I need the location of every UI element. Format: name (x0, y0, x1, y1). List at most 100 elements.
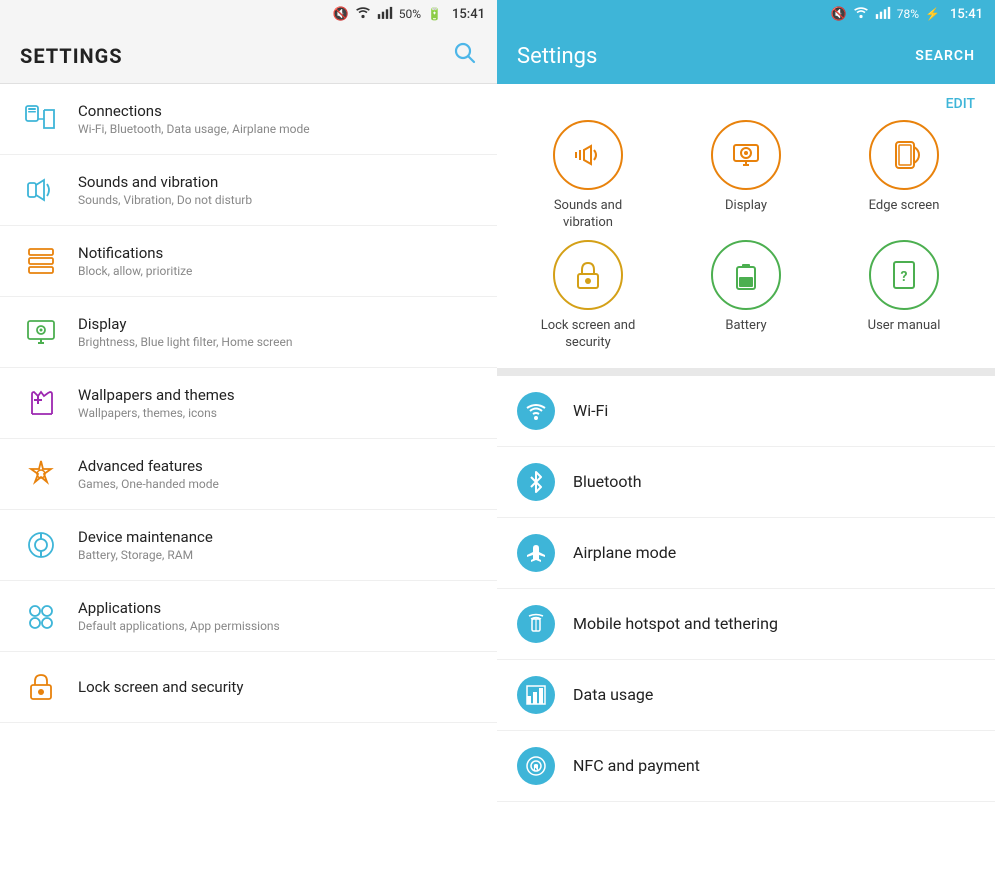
notifications-icon (20, 240, 62, 282)
data-usage-label: Data usage (573, 685, 653, 704)
left-panel: 🔇 50% 🔋 15:41 SETTINGS (0, 0, 497, 883)
favorite-lock-label: Lock screen andsecurity (541, 318, 636, 352)
favorites-edit-row: EDIT (497, 92, 995, 120)
right-panel: 🔇 78% ⚡ 15:41 Settings SEARCH EDIT (497, 0, 995, 883)
hotspot-label: Mobile hotspot and tethering (573, 614, 778, 633)
wallpapers-subtitle: Wallpapers, themes, icons (78, 406, 235, 420)
left-header: SETTINGS (0, 28, 497, 84)
sounds-subtitle: Sounds, Vibration, Do not disturb (78, 193, 252, 207)
sounds-title: Sounds and vibration (78, 173, 252, 191)
right-battery-icon: ⚡ (925, 7, 940, 21)
right-settings-list: Wi-Fi Bluetooth Airplane mode (497, 376, 995, 883)
notifications-text: Notifications Block, allow, prioritize (78, 244, 192, 278)
settings-item-wallpapers[interactable]: Wallpapers and themes Wallpapers, themes… (0, 368, 497, 439)
divider (497, 368, 995, 376)
left-status-bar: 🔇 50% 🔋 15:41 (0, 0, 497, 28)
favorite-user-manual[interactable]: ? User manual (829, 240, 979, 352)
favorite-battery-label: Battery (725, 318, 766, 335)
right-item-data[interactable]: Data usage (497, 660, 995, 731)
nfc-icon: N (517, 747, 555, 785)
left-search-icon[interactable] (453, 41, 477, 71)
applications-subtitle: Default applications, App permissions (78, 619, 280, 633)
airplane-icon (517, 534, 555, 572)
device-subtitle: Battery, Storage, RAM (78, 548, 213, 562)
device-icon (20, 524, 62, 566)
advanced-icon (20, 453, 62, 495)
settings-item-device[interactable]: Device maintenance Battery, Storage, RAM (0, 510, 497, 581)
wallpapers-icon (20, 382, 62, 424)
applications-title: Applications (78, 599, 280, 617)
right-item-wifi[interactable]: Wi-Fi (497, 376, 995, 447)
settings-item-advanced[interactable]: Advanced features Games, One-handed mode (0, 439, 497, 510)
favorite-lock-icon-circle (553, 240, 623, 310)
settings-item-lockscreen[interactable]: Lock screen and security (0, 652, 497, 723)
edit-button[interactable]: EDIT (946, 96, 975, 112)
right-item-hotspot[interactable]: Mobile hotspot and tethering (497, 589, 995, 660)
favorite-display-icon-circle (711, 120, 781, 190)
display-text: Display Brightness, Blue light filter, H… (78, 315, 292, 349)
right-battery-text: 78% (897, 7, 919, 21)
wallpapers-title: Wallpapers and themes (78, 386, 235, 404)
favorite-edge-screen[interactable]: Edge screen (829, 120, 979, 232)
favorite-battery-icon-circle (711, 240, 781, 310)
connections-text: Connections Wi-Fi, Bluetooth, Data usage… (78, 102, 310, 136)
device-text: Device maintenance Battery, Storage, RAM (78, 528, 213, 562)
right-item-airplane[interactable]: Airplane mode (497, 518, 995, 589)
notifications-title: Notifications (78, 244, 192, 262)
wifi-icon (517, 392, 555, 430)
svg-text:N: N (534, 764, 539, 772)
favorite-manual-label: User manual (868, 318, 941, 335)
right-time: 15:41 (950, 7, 983, 22)
favorite-display[interactable]: Display (671, 120, 821, 232)
applications-icon (20, 595, 62, 637)
left-title: SETTINGS (20, 44, 123, 68)
settings-item-notifications[interactable]: Notifications Block, allow, prioritize (0, 226, 497, 297)
bluetooth-label: Bluetooth (573, 472, 642, 491)
settings-item-sounds[interactable]: Sounds and vibration Sounds, Vibration, … (0, 155, 497, 226)
settings-item-connections[interactable]: Connections Wi-Fi, Bluetooth, Data usage… (0, 84, 497, 155)
left-battery-icon: 🔋 (427, 7, 442, 21)
favorites-section: EDIT Sounds andvibration (497, 84, 995, 368)
notifications-subtitle: Block, allow, prioritize (78, 264, 192, 278)
nfc-label: NFC and payment (573, 756, 700, 775)
left-signal-icon (377, 6, 393, 22)
settings-list: Connections Wi-Fi, Bluetooth, Data usage… (0, 84, 497, 883)
left-mute-icon: 🔇 (333, 7, 349, 22)
settings-item-display[interactable]: Display Brightness, Blue light filter, H… (0, 297, 497, 368)
favorites-grid: Sounds andvibration Display (497, 120, 995, 352)
favorite-battery[interactable]: Battery (671, 240, 821, 352)
airplane-label: Airplane mode (573, 543, 676, 562)
favorite-sounds[interactable]: Sounds andvibration (513, 120, 663, 232)
wifi-label: Wi-Fi (573, 401, 608, 420)
lockscreen-icon (20, 666, 62, 708)
right-search-button[interactable]: SEARCH (915, 48, 975, 64)
left-time: 15:41 (452, 7, 485, 22)
advanced-title: Advanced features (78, 457, 219, 475)
connections-icon (20, 98, 62, 140)
right-wifi-icon (853, 6, 869, 22)
right-item-bluetooth[interactable]: Bluetooth (497, 447, 995, 518)
right-item-nfc[interactable]: N NFC and payment (497, 731, 995, 802)
display-icon (20, 311, 62, 353)
lockscreen-title: Lock screen and security (78, 678, 243, 696)
connections-subtitle: Wi-Fi, Bluetooth, Data usage, Airplane m… (78, 122, 310, 136)
settings-item-applications[interactable]: Applications Default applications, App p… (0, 581, 497, 652)
right-header: Settings SEARCH (497, 28, 995, 84)
advanced-text: Advanced features Games, One-handed mode (78, 457, 219, 491)
bluetooth-icon (517, 463, 555, 501)
right-signal-icon (875, 6, 891, 22)
favorite-sounds-icon-circle (553, 120, 623, 190)
data-usage-icon (517, 676, 555, 714)
wallpapers-text: Wallpapers and themes Wallpapers, themes… (78, 386, 235, 420)
display-title: Display (78, 315, 292, 333)
connections-title: Connections (78, 102, 310, 120)
applications-text: Applications Default applications, App p… (78, 599, 280, 633)
svg-text:?: ? (901, 269, 908, 285)
left-battery-text: 50% (399, 7, 421, 21)
favorite-sounds-label: Sounds andvibration (554, 198, 622, 232)
right-title: Settings (517, 44, 597, 69)
favorite-lock-screen[interactable]: Lock screen andsecurity (513, 240, 663, 352)
right-mute-icon: 🔇 (831, 7, 847, 22)
sounds-text: Sounds and vibration Sounds, Vibration, … (78, 173, 252, 207)
right-status-bar: 🔇 78% ⚡ 15:41 (497, 0, 995, 28)
